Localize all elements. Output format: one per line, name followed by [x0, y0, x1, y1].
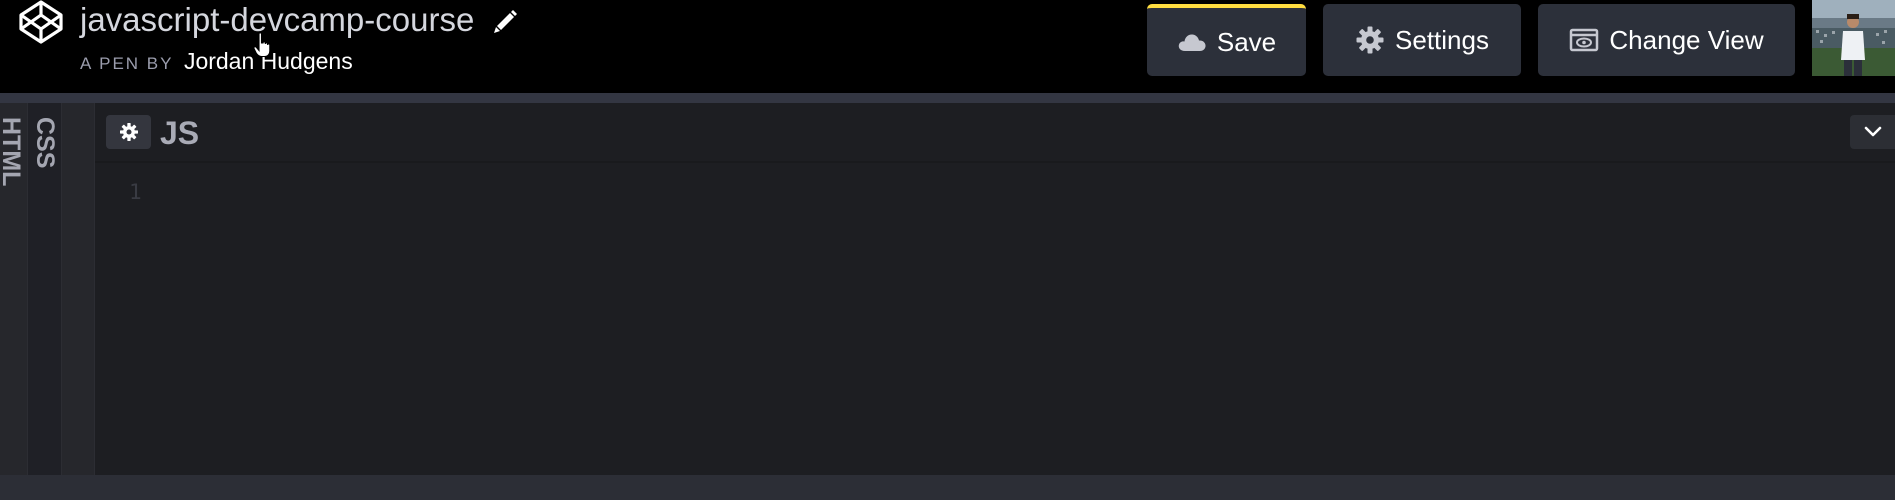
save-button[interactable]: Save: [1147, 4, 1306, 76]
chevron-down-icon: [1864, 126, 1881, 137]
change-view-label: Change View: [1609, 24, 1764, 55]
avatar[interactable]: [1812, 0, 1895, 76]
js-editor-title: JS: [160, 115, 200, 151]
gear-icon: [1356, 26, 1384, 54]
author-link[interactable]: Jordan Hudgens: [184, 48, 353, 74]
js-settings-button[interactable]: [106, 115, 151, 149]
css-editor-label: CSS: [31, 117, 59, 169]
pen-title[interactable]: javascript-devcamp-course: [80, 0, 474, 44]
gear-icon: [119, 123, 138, 141]
byline: A PEN BY Jordan Hudgens: [80, 46, 353, 76]
editor-resize-handle[interactable]: [62, 103, 95, 475]
settings-button[interactable]: Settings: [1323, 4, 1521, 76]
js-editor-header: JS: [95, 103, 1895, 163]
codepen-logo-icon[interactable]: [17, 0, 65, 44]
change-view-button[interactable]: Change View: [1538, 4, 1795, 76]
html-editor-label: HTML: [0, 117, 25, 187]
editor-area: HTML CSS JS 1: [0, 103, 1895, 475]
line-number: 1: [129, 180, 142, 204]
byline-prefix: A PEN BY: [80, 54, 174, 73]
css-editor-collapsed[interactable]: CSS: [28, 103, 62, 475]
header-divider: [0, 93, 1895, 103]
js-editor: JS 1: [95, 103, 1895, 475]
pen-header: javascript-devcamp-course A PEN BY Jorda…: [0, 0, 1895, 93]
eye-window-icon: [1570, 28, 1599, 52]
settings-label: Settings: [1395, 24, 1489, 55]
js-code-input[interactable]: 1: [95, 165, 1895, 475]
pencil-icon[interactable]: [491, 6, 521, 36]
cloud-icon: [1178, 34, 1206, 51]
html-editor-collapsed[interactable]: HTML: [0, 103, 28, 475]
save-label: Save: [1216, 26, 1277, 57]
editor-footer-bar: [0, 475, 1895, 500]
js-collapse-button[interactable]: [1850, 115, 1895, 149]
